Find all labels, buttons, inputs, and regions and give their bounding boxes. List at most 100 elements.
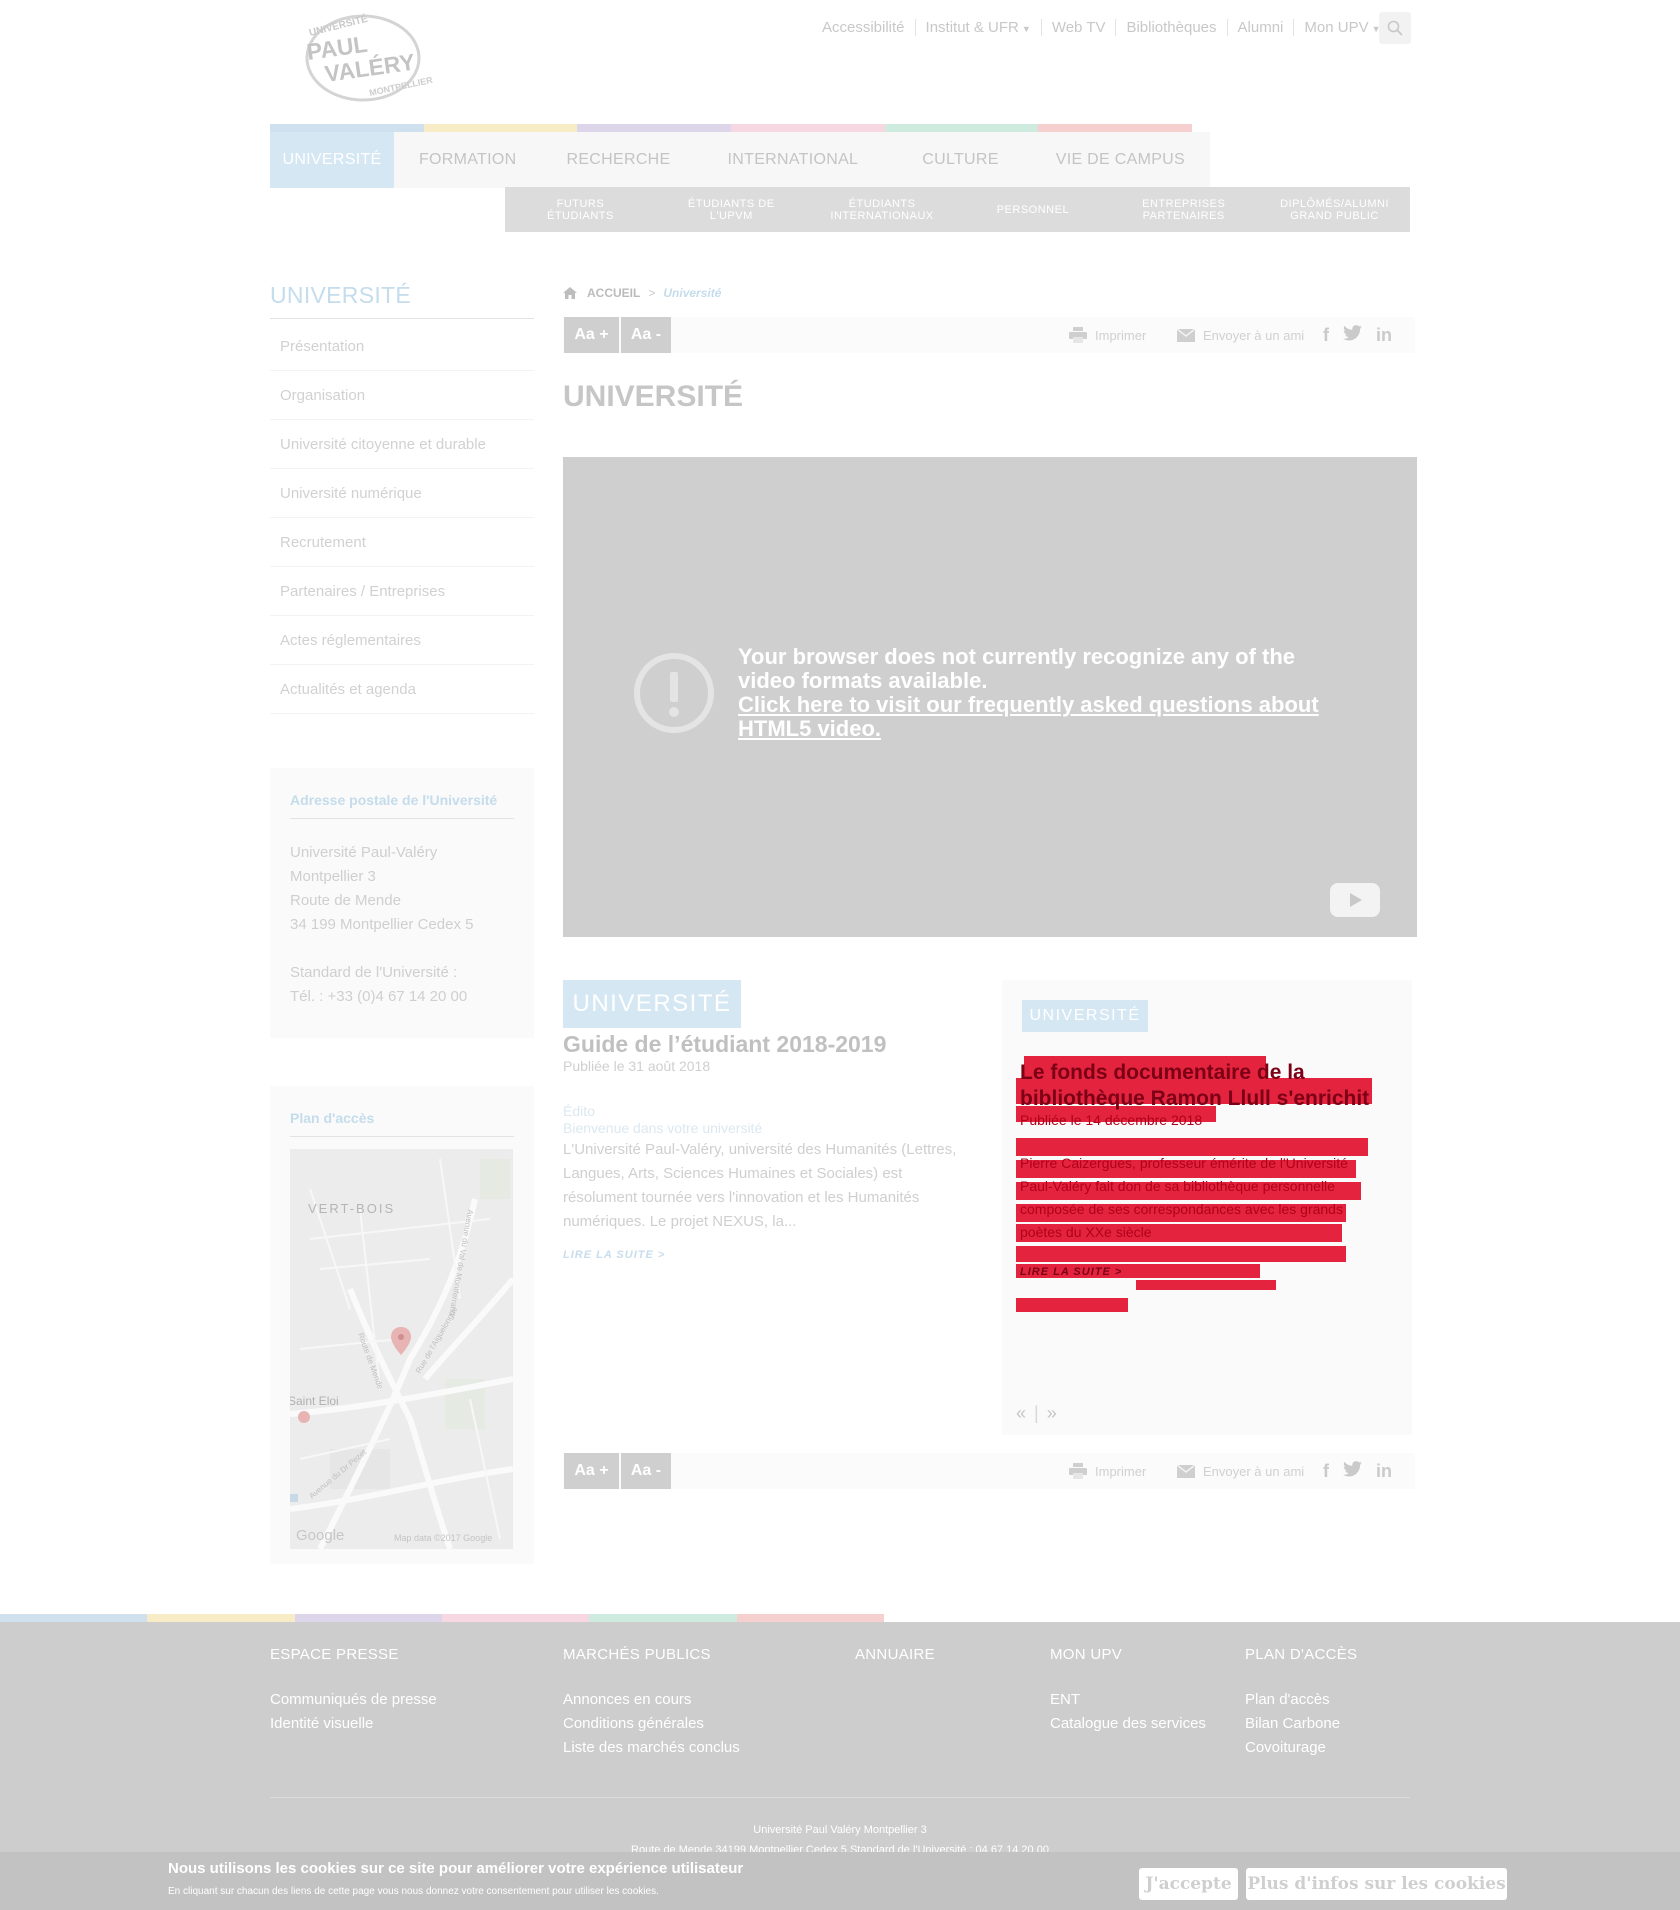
footer-col-title[interactable]: ESPACE PRESSE (270, 1646, 437, 1663)
subnav-etudiants-upvm[interactable]: ÉTUDIANTS DE L'UPVM (656, 187, 807, 232)
mainnav-culture[interactable]: CULTURE (890, 132, 1030, 188)
sidebar-menu: Présentation Organisation Université cit… (270, 322, 534, 714)
envelope-icon (1177, 1464, 1195, 1478)
video-error-message: Your browser does not currently recogniz… (738, 645, 1338, 741)
video-player[interactable]: Your browser does not currently recogniz… (563, 457, 1417, 937)
map-copyright: Map data ©2017 Google (394, 1533, 492, 1543)
read-more-link[interactable]: LIRE LA SUITE > (563, 1249, 665, 1261)
font-decrease-button[interactable]: Aa - (621, 1453, 671, 1489)
footer-col-title[interactable]: MON UPV (1050, 1646, 1206, 1663)
footer-link[interactable]: Plan d'accès (1245, 1691, 1330, 1708)
top-utility-nav: Accessibilité Institut & UFR ▼ Web TV Bib… (812, 14, 1391, 40)
address-line: Montpellier 3 (290, 868, 376, 885)
footer-link[interactable]: Liste des marchés conclus (563, 1739, 740, 1756)
sidebar-item-recrutement[interactable]: Recrutement (270, 518, 534, 567)
subnav-etudiants-internationaux[interactable]: ÉTUDIANTS INTERNATIONAUX (807, 187, 958, 232)
send-label: Envoyer à un ami (1203, 327, 1305, 343)
subnav-diplomes-grand-public[interactable]: DIPLÔMÉS/ALUMNI GRAND PUBLIC (1259, 187, 1410, 232)
carousel-prev-icon[interactable]: « (1016, 1403, 1026, 1424)
footer-link[interactable]: Identité visuelle (270, 1715, 373, 1732)
youtube-icon[interactable] (1330, 883, 1380, 917)
topnav-institut-ufr[interactable]: Institut & UFR ▼ (914, 18, 1041, 36)
article-excerpt: L'Université Paul-Valéry, université des… (563, 1141, 957, 1230)
html5-faq-link[interactable]: Click here to visit our frequently asked… (738, 693, 1338, 741)
print-label: Imprimer (1095, 1463, 1147, 1479)
font-increase-button[interactable]: Aa + (564, 317, 619, 353)
envelope-icon (1177, 328, 1195, 342)
carousel-nav-separator: | (1034, 1403, 1039, 1423)
mainnav-universite[interactable]: UNIVERSITÉ (270, 132, 394, 188)
article-title[interactable]: Guide de l’étudiant 2018-2019 (563, 1031, 886, 1058)
mainnav-international[interactable]: INTERNATIONAL (696, 132, 891, 188)
cookie-more-info-button[interactable]: Plus d'infos sur les cookies (1246, 1868, 1507, 1900)
footer-link[interactable]: ENT (1050, 1691, 1080, 1708)
topnav-mon-upv[interactable]: Mon UPV ▼ (1293, 18, 1390, 36)
topnav-label: Mon UPV (1304, 18, 1369, 36)
facebook-icon[interactable]: f (1323, 1461, 1329, 1482)
carousel-nav: « | » (1016, 1403, 1057, 1424)
article-kicker: Édito Bienvenue dans votre université (563, 1103, 762, 1137)
footer-link[interactable]: Communiqués de presse (270, 1691, 437, 1708)
address-spacer (290, 937, 514, 961)
send-to-friend-button[interactable]: Envoyer à un ami (1177, 317, 1304, 353)
footer-link[interactable]: Annonces en cours (563, 1691, 691, 1708)
sidebar-item-numerique[interactable]: Université numérique (270, 469, 534, 518)
carousel-read-more-link[interactable]: LIRE LA SUITE > (1020, 1266, 1122, 1278)
print-label: Imprimer (1095, 327, 1147, 343)
linkedin-icon[interactable]: in (1376, 325, 1392, 346)
twitter-icon[interactable] (1343, 1461, 1362, 1482)
subnav-futurs-etudiants[interactable]: FUTURS ÉTUDIANTS (505, 187, 656, 232)
sidebar-item-actes[interactable]: Actes réglementaires (270, 616, 534, 665)
linkedin-icon[interactable]: in (1376, 1461, 1392, 1482)
mainnav-formation[interactable]: FORMATION (394, 132, 542, 188)
print-button[interactable]: Imprimer (1069, 1453, 1146, 1489)
mainnav-vie-de-campus[interactable]: VIE DE CAMPUS (1031, 132, 1210, 188)
footer-col-title[interactable]: ANNUAIRE (855, 1646, 935, 1663)
topnav-label: Alumni (1237, 18, 1284, 36)
footer-link[interactable]: Conditions générales (563, 1715, 704, 1732)
footer-col-plan-acces: PLAN D'ACCÈS Plan d'accès Bilan Carbone … (1245, 1646, 1357, 1760)
topnav-accessibilite[interactable]: Accessibilité (812, 19, 915, 36)
facebook-icon[interactable]: f (1323, 325, 1329, 346)
caret-down-icon: ▼ (1021, 23, 1031, 34)
mainnav-recherche[interactable]: RECHERCHE (541, 132, 695, 188)
topnav-alumni[interactable]: Alumni (1226, 18, 1294, 36)
sidebar-item-presentation[interactable]: Présentation (270, 322, 534, 371)
font-increase-button[interactable]: Aa + (564, 1453, 619, 1489)
carousel-article-title[interactable]: Le fonds documentaire de la bibliothèque… (1020, 1060, 1390, 1112)
sidebar-item-actualites[interactable]: Actualités et agenda (270, 665, 534, 714)
send-to-friend-button[interactable]: Envoyer à un ami (1177, 1453, 1304, 1489)
topnav-bibliotheques[interactable]: Bibliothèques (1115, 18, 1226, 36)
cookie-subtext: En cliquant sur chacun des liens de cett… (168, 1886, 659, 1897)
google-map[interactable]: VERT-BOIS Saint Eloi Avenue du Val de Mo… (290, 1149, 513, 1549)
subnav-line: GRAND PUBLIC (1290, 209, 1379, 222)
university-logo[interactable]: UNIVERSITÉ PAUL VALÉRY MONTPELLIER 3 (300, 10, 441, 106)
print-button[interactable]: Imprimer (1069, 317, 1146, 353)
footer-col-annuaire: ANNUAIRE (855, 1646, 935, 1688)
carousel-next-icon[interactable]: » (1047, 1403, 1057, 1424)
subnav-personnel[interactable]: PERSONNEL (957, 187, 1108, 232)
subnav-line: FUTURS (556, 197, 605, 210)
footer-link[interactable]: Covoiturage (1245, 1739, 1326, 1756)
article-toolbar-top: Aa + Aa - Imprimer Envoyer à un ami f in (563, 317, 1415, 353)
font-decrease-button[interactable]: Aa - (621, 317, 671, 353)
main-nav: UNIVERSITÉ FORMATION RECHERCHE INTERNATI… (270, 132, 1210, 188)
search-button[interactable] (1379, 12, 1411, 44)
breadcrumb-home[interactable]: ACCUEIL (587, 286, 640, 300)
sidebar-item-citoyenne-durable[interactable]: Université citoyenne et durable (270, 420, 534, 469)
footer-link[interactable]: Bilan Carbone (1245, 1715, 1340, 1732)
footer-link[interactable]: Catalogue des services (1050, 1715, 1206, 1732)
sidebar-item-organisation[interactable]: Organisation (270, 371, 534, 420)
topnav-web-tv[interactable]: Web TV (1040, 18, 1116, 36)
color-stripe (577, 124, 732, 132)
sidebar-item-partenaires[interactable]: Partenaires / Entreprises (270, 567, 534, 616)
color-stripe (147, 1614, 295, 1622)
footer-col-title[interactable]: MARCHÉS PUBLICS (563, 1646, 740, 1663)
subnav-entreprises-partenaires[interactable]: ENTREPRISES PARTENAIRES (1108, 187, 1259, 232)
printer-icon (1069, 1463, 1087, 1479)
footer-col-title[interactable]: PLAN D'ACCÈS (1245, 1646, 1357, 1663)
twitter-icon[interactable] (1343, 325, 1362, 346)
cookie-accept-button[interactable]: J'accepte (1139, 1868, 1238, 1900)
address-body: Université Paul-Valéry Montpellier 3 Rou… (290, 841, 514, 1009)
home-icon[interactable] (563, 287, 577, 299)
